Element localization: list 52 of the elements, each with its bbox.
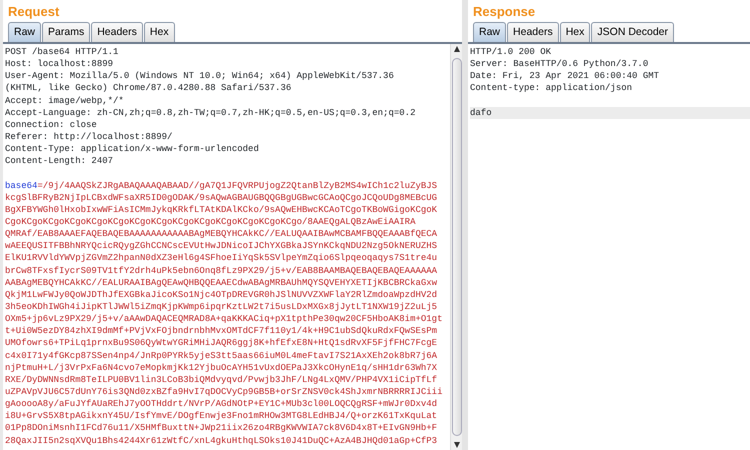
tab[interactable]: Raw <box>473 22 506 42</box>
header-line: (KHTML, like Gecko) Chrome/87.0.4280.88 Safari/537.36 <box>5 82 292 95</box>
header-line: HTTP/1.0 200 OK <box>470 46 552 58</box>
header-line: User-Agent: Mozilla/5.0 (Windows NT 10.0; Win64; x64) AppleWebKit/537.36 <box>5 70 395 82</box>
scroll-thumb[interactable] <box>452 58 462 436</box>
param-name: base64 <box>5 180 38 191</box>
param-value: njPtmuH+L/j3VrPxFa6N4cvo7eMopkmjKk12YjbuOcAYH51vUxdOEPaJ3XkcOHynE1q/sHH1dr63Wh7X <box>5 362 438 374</box>
param-value: 3h5eoKDhIWGh4iJipKTlJWWl5iZmqKjpKWmp6ipqrKztLW2t7i5usLDxMXGx8jJytLT1NXW19jZ2uLj5 <box>5 300 438 314</box>
param-value: OXm5+jp6vLz9PX29/j5+v/aAAwDAQACEQMRAD8A+qaKKKACiq+pX1tpthPe30qw20CF5HboAK8im+O1gt <box>5 313 444 326</box>
param-value: c4x0I71y4fGKcp87SSen4np4/JnRp0PYRk5yjeS3tt5aas66iuM0L4meFtavI7S21AxXEh2ok8bR7j6A <box>5 350 438 362</box>
tab[interactable]: Hex <box>560 22 590 42</box>
param-value: 01Pp8DOniMsnhI1FCd76u11/X5HMfBuxttN+JWp21iix26zo4RBgKWVWIA7ck8V6D4x8T+EIvGN9Hb+F <box>5 422 438 434</box>
header-line: POST /base64 HTTP/1.1 <box>5 46 120 58</box>
tab[interactable]: Headers <box>91 22 143 42</box>
header-line: Referer: http://localhost:8899/ <box>5 130 174 144</box>
param-value: QMRAf/EAB8AAAEFAQEBAQEBAAAAAAAAAAABAgMEBQYHCAkKC//EALUQAAIBAwMCBAMFBQQEAAABfQECA <box>5 228 438 240</box>
header-line: Connection: close <box>5 118 98 131</box>
header-line: Host: localhost:8899 <box>5 58 114 70</box>
header-line: Content-Type: application/x-www-form-urlencoded <box>5 143 260 156</box>
param-value: =/9j/4AAQSkZJRgABAQAAAQABAAD//gA7Q1JFQVRPUjogZ2QtanBlZyB2MS4wICh1c2luZyBJS <box>37 180 438 191</box>
param-value: ElKU1RVVldYWVpjZGVmZ2hpanN0dXZ3eHl6g4SFhoeIiYqSk5SVlpeYmZqio6Slpqeoqaqys7S1tre4u <box>5 252 438 265</box>
tab[interactable]: Params <box>42 22 90 42</box>
header-line: Accept: image/webp,*/* <box>5 94 125 107</box>
param-value: wAEEQUSITFBBhNRYQcicRQygZGhCCNCscEVUtHwJDNicoIJChYXGBkaJSYnKCkqNDU2Nzg5OkNERUZHS <box>5 240 438 252</box>
param-value: BgXFBYWGh0lHxobIxwWFiAsICMmJykqKRkfLTAtKDAlKCko/9sAQwEHBwcKCAoTCgoTKBoWGigoKCgoK <box>5 204 438 216</box>
tab[interactable]: Raw <box>8 22 42 42</box>
header-line: Date: Fri, 23 Apr 2021 06:00:40 GMT <box>470 70 660 82</box>
header-line: Accept-Language: zh-CN,zh;q=0.8,zh-TW;q=0.7,zh-HK;q=0.5,en-US;q=0.3,en;q=0.2 <box>5 106 416 119</box>
param-value: kcgSlBFRyB2NjIpLCBxdWFsaXR5ID0gODAK/9sAQwAGBAUGBQQGBgUGBwcGCAoQCgoJCQoUDg8MEBcUG <box>5 192 438 204</box>
param-value: CgoKCgoKCgoKCgoKCgoKCgoKCgoKCgoKCgoKCgoKCgoKCgoKCgoKCgo/8AAEQgALQBzAwEiAAIRA <box>5 216 416 228</box>
param-value: brCw8TFxsfIycrS09TV1tfY2drh4uPk5ebn6Onq8fLz9PX29/j5+v/EAB8BAAMBAQEBAQEBAQEAAAAAA <box>5 264 438 277</box>
response-title: Response <box>472 3 536 21</box>
header-line: Content-Length: 2407 <box>5 155 114 168</box>
tab[interactable]: JSON Decoder <box>591 22 674 42</box>
tab[interactable]: Hex <box>144 22 175 42</box>
scroll-up-icon[interactable] <box>454 46 460 52</box>
param-value: QkjM1LwFWJy0QoWJDThJfEXGBkaJicoKSo1Njc4OTpDREVGR0hJSlNUVVZXWFlaY2RlZmdoaWpzdHV2d <box>5 288 438 301</box>
tab[interactable]: Headers <box>507 22 559 42</box>
param-value: t+Ui0W5ezDY84zhXI9dmMf+PVjVxFOjbndrnbhMvxOMTdCF7f110y1/4k+H9C1ubSdQkuRdxFQwSEsPm <box>5 325 438 338</box>
param-value: UMOfowrs6+TPiLq1prnxBu9S06QyWtwYGRiMHiJAQR6ggj8K+hfEfxE8N+HtQ1sdRvXF5FjfFHC7FcgE <box>5 337 438 350</box>
param-value: RXE/DyDWNNsdRm8TeILPU0BV1lin3LCoB3biQMdvyqvd/Pvwjb3JhF/LNg4LxQMV/PHP4VX1iCipTfLf <box>5 374 438 386</box>
param-value: uZPAVpVJU6C57dUnY76is3QNd0zxBZfa9HvI7qDOCVyCp9GB5B+orSrZNSV0ck4ShJxmrNBRRRRIJCiii <box>5 386 444 398</box>
param-value: 28QaxJII5n2sqXVQu1Bhs4244Xr61zWtfC/xnL4gkuHthqLSOks10J41DuQC+AzA4BJHQd01aGp+CfP3 <box>5 434 438 447</box>
request-title: Request <box>7 3 60 21</box>
param-value: gAooooA8y/aFuJYfAUaREhJ7yOOTHddrt/NVrP/AGdNOtP+EY1C+MUb3cl00LOQCQgRSF+mWJr0Dxv4d <box>5 398 438 410</box>
scrollbar[interactable] <box>450 44 462 450</box>
header-line: Server: BaseHTTP/0.6 Python/3.7.0 <box>470 58 650 70</box>
param-value: AABAgMEBQYHCAkKC//EALURAAIBAgQEAwQHBQQEAAECdwABAgMRBAUhMQYSQVEHYXETIjKBCBRCkaGxw <box>5 276 438 289</box>
body-text: dafo <box>470 106 750 119</box>
header-line: Content-type: application/json <box>470 82 634 95</box>
scroll-down-icon[interactable] <box>454 442 460 448</box>
param-value: i8U+GrvS5X8tpAGikxnY45U/IsfYmvE/DOgfEnwje3Fno1mRHOw3MTG8LEdHBJ4/Q+orzK61TxKquLat <box>5 410 438 422</box>
